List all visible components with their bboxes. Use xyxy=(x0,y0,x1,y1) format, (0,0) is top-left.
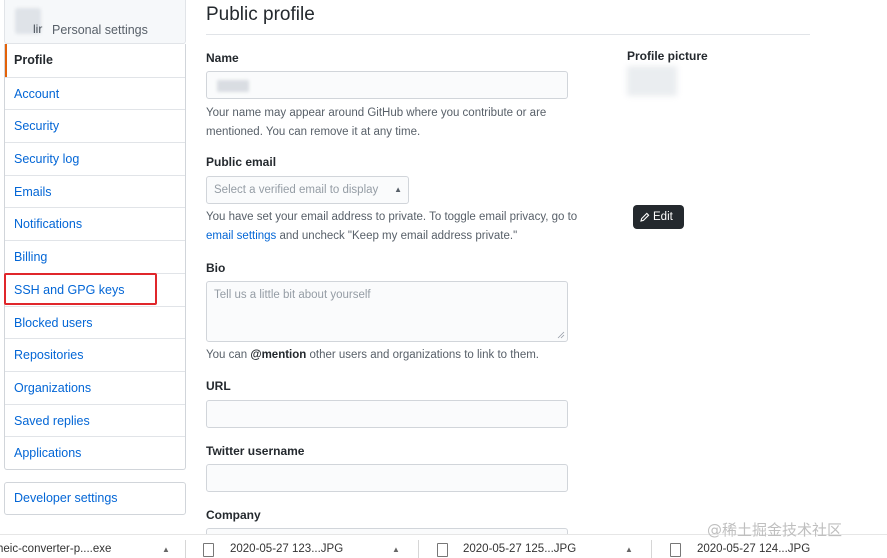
sidebar-item-security-log[interactable]: Security log xyxy=(5,142,185,175)
title-divider xyxy=(206,34,810,35)
download-item-jpg-3[interactable]: 2020-05-27 124...JPG xyxy=(697,543,810,555)
sidebar-item-ssh-gpg-keys[interactable]: SSH and GPG keys xyxy=(5,272,185,306)
bio-note-text-end: other users and organizations to link to… xyxy=(309,349,540,361)
bio-textarea[interactable]: Tell us a little bit about yourself xyxy=(206,281,568,342)
sidebar-item-blocked-users[interactable]: Blocked users xyxy=(5,305,185,339)
download-separator xyxy=(651,540,652,558)
file-icon xyxy=(203,543,214,557)
sidebar-item-profile[interactable]: Profile xyxy=(5,44,185,77)
download-menu-caret-icon[interactable]: ▲ xyxy=(625,545,633,554)
edit-button-label: Edit xyxy=(653,211,673,223)
developer-settings-link[interactable]: Developer settings xyxy=(5,483,185,514)
public-email-note-text: You have set your email address to priva… xyxy=(206,211,578,223)
file-icon xyxy=(437,543,448,557)
bio-label: Bio xyxy=(206,261,226,275)
public-email-label: Public email xyxy=(206,155,277,169)
developer-settings-box: Developer settings xyxy=(4,482,186,515)
bio-note: You can @mention other users and organiz… xyxy=(206,346,596,365)
download-separator xyxy=(418,540,419,558)
download-separator xyxy=(185,540,186,558)
twitter-label: Twitter username xyxy=(206,444,305,458)
sidebar-item-emails[interactable]: Emails xyxy=(5,174,185,208)
sidebar-item-account[interactable]: Account xyxy=(5,76,185,110)
name-label: Name xyxy=(206,51,239,65)
download-menu-caret-icon[interactable]: ▲ xyxy=(392,545,400,554)
bio-placeholder: Tell us a little bit about yourself xyxy=(214,289,371,301)
public-email-note: You have set your email address to priva… xyxy=(206,208,596,246)
sidebar-item-repositories[interactable]: Repositories xyxy=(5,338,185,371)
personal-settings-caption: Personal settings xyxy=(52,23,148,37)
settings-sidebar-nav: Profile Account Security Security log Em… xyxy=(4,44,186,470)
name-input[interactable] xyxy=(206,71,568,99)
select-caret-icon: ▲ xyxy=(394,185,402,194)
pencil-icon xyxy=(640,212,650,222)
user-prefix: lir xyxy=(33,22,43,36)
public-email-select-value: Select a verified email to display xyxy=(214,184,379,196)
download-menu-caret-icon[interactable]: ▲ xyxy=(162,545,170,554)
page-title: Public profile xyxy=(206,4,315,25)
twitter-input[interactable] xyxy=(206,464,568,492)
file-icon xyxy=(670,543,681,557)
sidebar-item-notifications[interactable]: Notifications xyxy=(5,207,185,240)
public-email-select[interactable]: Select a verified email to display ▲ xyxy=(206,176,409,204)
resize-grip-icon[interactable] xyxy=(557,331,565,339)
email-settings-link[interactable]: email settings xyxy=(206,230,276,242)
sidebar-item-security[interactable]: Security xyxy=(5,109,185,142)
mention-text: @mention xyxy=(250,349,307,361)
edit-picture-button[interactable]: Edit xyxy=(633,205,684,229)
download-item-jpg-2[interactable]: 2020-05-27 125...JPG xyxy=(463,543,576,555)
watermark: @稀土掘金技术社区 xyxy=(707,521,843,539)
sidebar-item-billing[interactable]: Billing xyxy=(5,240,185,273)
profile-picture-image xyxy=(627,66,677,96)
url-input[interactable] xyxy=(206,400,568,428)
download-item-jpg-1[interactable]: 2020-05-27 123...JPG xyxy=(230,543,343,555)
name-value-redacted xyxy=(217,80,249,92)
profile-picture-label: Profile picture xyxy=(627,49,708,63)
name-note: Your name may appear around GitHub where… xyxy=(206,107,547,138)
company-label: Company xyxy=(206,508,261,522)
sidebar-item-applications[interactable]: Applications xyxy=(5,436,185,469)
download-item-exe[interactable]: heic-converter-p....exe xyxy=(0,543,111,555)
public-email-note-text-end: and uncheck "Keep my email address priva… xyxy=(279,230,518,242)
sidebar-item-saved-replies[interactable]: Saved replies xyxy=(5,403,185,437)
bio-note-text: You can xyxy=(206,349,248,361)
user-header: lir Personal settings xyxy=(4,0,186,44)
url-label: URL xyxy=(206,379,231,393)
sidebar-item-organizations[interactable]: Organizations xyxy=(5,370,185,404)
